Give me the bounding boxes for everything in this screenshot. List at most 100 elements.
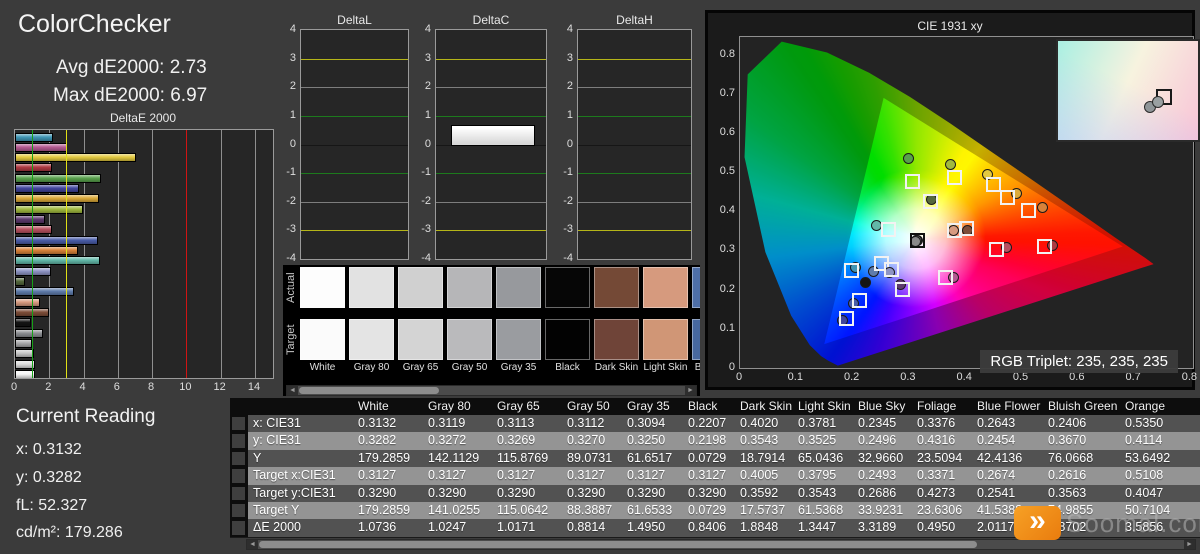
white-point-zoom-inset — [1056, 39, 1200, 142]
row-label: Target Y — [253, 502, 300, 517]
table-cell: 53.6492 — [1125, 450, 1171, 465]
bar-cyan — [15, 132, 53, 142]
deltae-x-axis: 0 2 4 6 8 10 12 14 — [0, 381, 290, 395]
table-header-white: White — [358, 399, 389, 413]
swatch-scrollbar[interactable]: ◄ ► — [286, 385, 697, 396]
gridline — [301, 144, 408, 146]
gridline — [301, 87, 408, 89]
row-handle[interactable] — [230, 467, 248, 485]
deltal-chart-title: DeltaL — [337, 13, 372, 27]
actual-row-label: Actual — [285, 272, 297, 303]
table-scroll-left-arrow[interactable]: ◄ — [247, 540, 258, 549]
axis-tick-label: 0.4 — [956, 371, 972, 383]
swatch-target-black — [545, 319, 590, 360]
swatch-scroll-right-arrow[interactable]: ► — [685, 386, 696, 395]
deltal-chart — [300, 29, 409, 260]
bar-orange-yellow — [15, 194, 100, 204]
table-cell: 0.3127 — [627, 468, 666, 483]
row-handle[interactable] — [230, 415, 248, 433]
row-handle[interactable] — [230, 519, 248, 537]
target-white-point — [909, 232, 925, 248]
swatch-scrollbar-thumb[interactable] — [299, 387, 439, 394]
page-title: ColorChecker — [18, 10, 171, 38]
reading-fl-value: fL: 52.327 — [16, 497, 88, 514]
swatch-label: Blue Sky — [694, 362, 700, 373]
axis-tick-label: -1 — [286, 166, 296, 179]
bar-blue-sky — [15, 287, 74, 297]
bar-light-skin — [15, 297, 41, 307]
table-cell: 0.4950 — [917, 520, 956, 535]
row-handle[interactable] — [230, 449, 248, 468]
target-foliage — [923, 194, 939, 210]
swatch-labels-row: White Gray 80 Gray 65 Gray 50 Gray 35 Black Da… — [300, 362, 700, 373]
row-label: ΔE 2000 — [253, 520, 301, 535]
bar-orange — [15, 246, 79, 256]
axis-tick-label: -3 — [421, 223, 431, 236]
table-cell: 0.2686 — [858, 485, 897, 500]
table-cell: 0.2207 — [688, 416, 727, 430]
axis-tick-label: 0.2 — [719, 282, 735, 295]
table-header-gray-50: Gray 50 — [567, 399, 610, 413]
table-cell: 1.3447 — [798, 520, 837, 535]
reading-x-value: x: 0.3132 — [16, 441, 82, 458]
bar-green — [15, 173, 101, 183]
table-header-foliage: Foliage — [917, 399, 957, 413]
table-header-gray-80: Gray 80 — [428, 399, 471, 413]
table-cell: 0.3781 — [798, 416, 837, 430]
bar-blue-flower — [15, 266, 52, 276]
gridline — [301, 201, 408, 203]
swatch-scroll-left-arrow[interactable]: ◄ — [287, 386, 298, 395]
table-cell: 0.0729 — [688, 502, 727, 517]
table-cell: 0.2406 — [1048, 416, 1087, 430]
gridline — [152, 130, 154, 378]
bar-purplish-blue — [15, 235, 99, 245]
axis-tick-label: 14 — [247, 381, 261, 393]
target-yellow-green — [947, 170, 963, 185]
table-cell: 0.3290 — [567, 485, 606, 500]
table-cell: 0.2541 — [977, 485, 1016, 500]
axis-tick-label: -4 — [421, 252, 431, 264]
table-scroll-right-arrow[interactable]: ► — [1184, 540, 1195, 549]
target-yellow — [985, 177, 1001, 193]
target-magenta — [938, 270, 954, 286]
swatch-label: Gray 50 — [451, 362, 488, 373]
table-cell: 0.2345 — [858, 416, 897, 430]
deltah-chart-group: DeltaH 4 3 2 1 0 -1 -2 -3 -4 — [553, 13, 692, 265]
table-header-bluish-green: Bluish Green — [1048, 399, 1118, 413]
actual-swatch-row — [300, 267, 700, 308]
swatch-target-light-skin — [643, 319, 688, 360]
table-cell: 0.3543 — [798, 485, 837, 500]
axis-tick-label: 3 — [289, 51, 296, 64]
deltac-chart-group: DeltaC 4 3 2 1 0 -1 -2 -3 -4 — [411, 13, 547, 265]
row-label: Target y:CIE31 — [253, 485, 336, 500]
watermark: » Soomal.com — [1014, 506, 1200, 540]
table-cell: 0.3290 — [627, 485, 666, 500]
table-cell: 88.3887 — [567, 502, 613, 517]
axis-tick-label: 10 — [179, 381, 192, 393]
table-header-black: Black — [688, 399, 718, 413]
axis-tick-label: 0.7 — [719, 87, 735, 99]
cie-1931-panel: CIE 1931 xy 0.8 0.7 0.6 0.5 0.4 0.3 0.2 0.1 0 0 0… — [705, 10, 1200, 390]
table-cell: 0.3270 — [567, 433, 606, 448]
table-row: Target x:CIE31 0.3127 0.3127 0.3127 0.3127 0.… — [230, 467, 1200, 485]
reading-y-value: y: 0.3282 — [16, 469, 82, 486]
gridline — [578, 115, 691, 117]
gridline — [436, 115, 546, 117]
reference-line — [186, 130, 188, 378]
table-cell: 0.3119 — [428, 416, 466, 430]
table-cell: 0.2616 — [1048, 468, 1087, 483]
table-cell: 0.8814 — [567, 520, 606, 535]
table-cell: 0.4005 — [740, 468, 779, 483]
table-cell: 1.0171 — [497, 520, 536, 535]
axis-tick-label: 12 — [213, 381, 226, 393]
row-handle[interactable] — [230, 501, 248, 520]
row-handle[interactable] — [230, 484, 248, 502]
swatch-actual-light-skin — [643, 267, 688, 308]
table-scrollbar-thumb[interactable] — [259, 541, 977, 548]
table-scrollbar[interactable]: ◄ ► — [246, 539, 1196, 550]
row-handle[interactable] — [230, 432, 248, 450]
table-cell: 1.0736 — [358, 520, 397, 535]
table-cell: 18.7914 — [740, 450, 786, 465]
axis-tick-label: 0.5 — [719, 165, 735, 178]
axis-tick-label: 2 — [424, 80, 431, 93]
